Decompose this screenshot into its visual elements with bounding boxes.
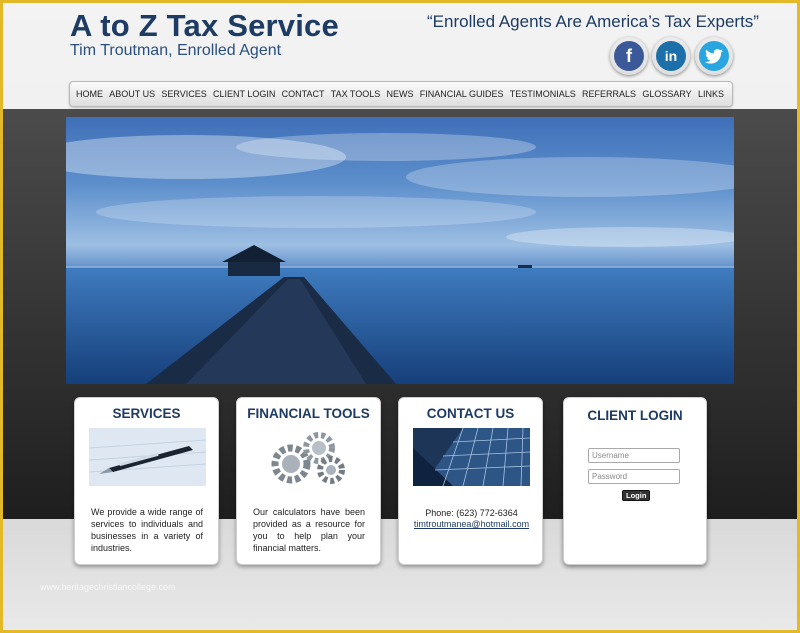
- nav-home[interactable]: HOME: [76, 89, 103, 99]
- services-title[interactable]: SERVICES: [75, 406, 218, 421]
- page: A to Z Tax Service Tim Troutman, Enrolle…: [3, 3, 797, 630]
- client-login-card: CLIENT LOGIN Login: [563, 397, 707, 565]
- contact-card: CONTACT US Phone: (623) 772-6364 timtrou…: [398, 397, 543, 565]
- contact-details: Phone: (623) 772-6364 timtroutmanea@hotm…: [405, 508, 538, 530]
- client-login-title: CLIENT LOGIN: [587, 408, 683, 423]
- tagline: “Enrolled Agents Are America’s Tax Exper…: [427, 12, 759, 31]
- contact-email-link[interactable]: timtroutmanea@hotmail.com: [405, 519, 538, 530]
- nav-client-login[interactable]: CLIENT LOGIN: [213, 89, 275, 99]
- services-card: SERVICES We provide a wide range of serv…: [74, 397, 219, 565]
- nav-links[interactable]: LINKS: [698, 89, 724, 99]
- nav-services[interactable]: SERVICES: [161, 89, 206, 99]
- nav-referrals[interactable]: REFERRALS: [582, 89, 636, 99]
- twitter-icon: [699, 41, 729, 71]
- gears-image: [251, 428, 368, 486]
- services-description: We provide a wide range of services to i…: [91, 507, 203, 553]
- nav-financial-guides[interactable]: FINANCIAL GUIDES: [420, 89, 504, 99]
- contact-title[interactable]: CONTACT US: [399, 406, 542, 421]
- facebook-button[interactable]: f: [610, 37, 648, 75]
- financial-tools-card: FINANCIAL TOOLS Our calculators have bee…: [236, 397, 381, 565]
- nav-testimonials[interactable]: TESTIMONIALS: [510, 89, 576, 99]
- pen-image: [89, 428, 206, 486]
- nav-tax-tools[interactable]: TAX TOOLS: [331, 89, 381, 99]
- nav-about-us[interactable]: ABOUT US: [109, 89, 155, 99]
- nav-contact[interactable]: CONTACT: [282, 89, 325, 99]
- facebook-icon: f: [614, 41, 644, 71]
- username-input[interactable]: [588, 448, 680, 463]
- nav-news[interactable]: NEWS: [387, 89, 414, 99]
- login-button[interactable]: Login: [622, 490, 651, 501]
- financial-tools-description: Our calculators have been provided as a …: [253, 507, 365, 553]
- site-title[interactable]: A to Z Tax Service: [70, 8, 339, 44]
- password-input[interactable]: [588, 469, 680, 484]
- main-nav: HOME ABOUT US SERVICES CLIENT LOGIN CONT…: [69, 81, 733, 107]
- financial-tools-title[interactable]: FINANCIAL TOOLS: [237, 406, 380, 421]
- watermark: www.heritagechristiancollege.com: [40, 582, 176, 592]
- twitter-button[interactable]: [695, 37, 733, 75]
- contact-phone: Phone: (623) 772-6364: [425, 508, 518, 518]
- nav-glossary[interactable]: GLOSSARY: [642, 89, 691, 99]
- site-subtitle: Tim Troutman, Enrolled Agent: [70, 42, 282, 59]
- hero-image: [66, 117, 734, 384]
- linkedin-button[interactable]: in: [652, 37, 690, 75]
- linkedin-icon: in: [656, 41, 686, 71]
- building-image: [413, 428, 530, 486]
